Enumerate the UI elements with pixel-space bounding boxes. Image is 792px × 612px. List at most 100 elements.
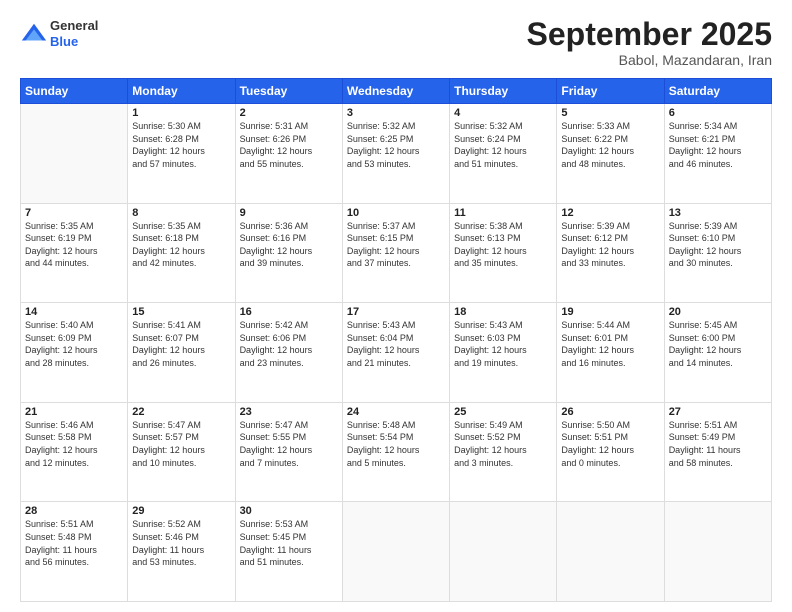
day-info: Sunrise: 5:45 AM Sunset: 6:00 PM Dayligh… <box>669 319 767 369</box>
day-number: 15 <box>132 306 230 318</box>
page: General Blue September 2025 Babol, Mazan… <box>0 0 792 612</box>
day-number: 18 <box>454 306 552 318</box>
calendar-week-1: 1Sunrise: 5:30 AM Sunset: 6:28 PM Daylig… <box>21 104 772 204</box>
day-number: 27 <box>669 406 767 418</box>
calendar-cell: 15Sunrise: 5:41 AM Sunset: 6:07 PM Dayli… <box>128 303 235 403</box>
day-info: Sunrise: 5:42 AM Sunset: 6:06 PM Dayligh… <box>240 319 338 369</box>
day-number: 22 <box>132 406 230 418</box>
calendar-cell: 21Sunrise: 5:46 AM Sunset: 5:58 PM Dayli… <box>21 402 128 502</box>
day-number: 24 <box>347 406 445 418</box>
day-info: Sunrise: 5:32 AM Sunset: 6:25 PM Dayligh… <box>347 120 445 170</box>
day-info: Sunrise: 5:50 AM Sunset: 5:51 PM Dayligh… <box>561 419 659 469</box>
logo: General Blue <box>20 18 98 49</box>
day-number: 25 <box>454 406 552 418</box>
day-info: Sunrise: 5:47 AM Sunset: 5:55 PM Dayligh… <box>240 419 338 469</box>
calendar-cell <box>450 502 557 602</box>
calendar-cell <box>557 502 664 602</box>
col-header-saturday: Saturday <box>664 79 771 104</box>
day-info: Sunrise: 5:33 AM Sunset: 6:22 PM Dayligh… <box>561 120 659 170</box>
day-info: Sunrise: 5:51 AM Sunset: 5:49 PM Dayligh… <box>669 419 767 469</box>
day-number: 3 <box>347 107 445 119</box>
calendar-cell: 7Sunrise: 5:35 AM Sunset: 6:19 PM Daylig… <box>21 203 128 303</box>
calendar-cell: 9Sunrise: 5:36 AM Sunset: 6:16 PM Daylig… <box>235 203 342 303</box>
day-number: 4 <box>454 107 552 119</box>
day-number: 2 <box>240 107 338 119</box>
day-number: 17 <box>347 306 445 318</box>
calendar-cell: 29Sunrise: 5:52 AM Sunset: 5:46 PM Dayli… <box>128 502 235 602</box>
calendar-cell: 4Sunrise: 5:32 AM Sunset: 6:24 PM Daylig… <box>450 104 557 204</box>
col-header-wednesday: Wednesday <box>342 79 449 104</box>
calendar-cell: 19Sunrise: 5:44 AM Sunset: 6:01 PM Dayli… <box>557 303 664 403</box>
day-info: Sunrise: 5:39 AM Sunset: 6:10 PM Dayligh… <box>669 220 767 270</box>
day-number: 30 <box>240 505 338 517</box>
day-info: Sunrise: 5:52 AM Sunset: 5:46 PM Dayligh… <box>132 518 230 568</box>
day-info: Sunrise: 5:31 AM Sunset: 6:26 PM Dayligh… <box>240 120 338 170</box>
day-info: Sunrise: 5:49 AM Sunset: 5:52 PM Dayligh… <box>454 419 552 469</box>
day-number: 10 <box>347 207 445 219</box>
day-number: 14 <box>25 306 123 318</box>
calendar-cell <box>342 502 449 602</box>
day-info: Sunrise: 5:38 AM Sunset: 6:13 PM Dayligh… <box>454 220 552 270</box>
day-info: Sunrise: 5:30 AM Sunset: 6:28 PM Dayligh… <box>132 120 230 170</box>
logo-icon <box>20 20 48 48</box>
day-info: Sunrise: 5:43 AM Sunset: 6:03 PM Dayligh… <box>454 319 552 369</box>
calendar-cell: 6Sunrise: 5:34 AM Sunset: 6:21 PM Daylig… <box>664 104 771 204</box>
day-number: 23 <box>240 406 338 418</box>
day-number: 8 <box>132 207 230 219</box>
logo-blue: Blue <box>50 34 98 50</box>
col-header-monday: Monday <box>128 79 235 104</box>
day-number: 6 <box>669 107 767 119</box>
day-number: 28 <box>25 505 123 517</box>
title-block: September 2025 Babol, Mazandaran, Iran <box>527 18 772 68</box>
day-info: Sunrise: 5:40 AM Sunset: 6:09 PM Dayligh… <box>25 319 123 369</box>
calendar-cell: 11Sunrise: 5:38 AM Sunset: 6:13 PM Dayli… <box>450 203 557 303</box>
day-info: Sunrise: 5:37 AM Sunset: 6:15 PM Dayligh… <box>347 220 445 270</box>
day-number: 13 <box>669 207 767 219</box>
day-number: 1 <box>132 107 230 119</box>
calendar-cell: 25Sunrise: 5:49 AM Sunset: 5:52 PM Dayli… <box>450 402 557 502</box>
calendar-cell: 22Sunrise: 5:47 AM Sunset: 5:57 PM Dayli… <box>128 402 235 502</box>
calendar-cell: 24Sunrise: 5:48 AM Sunset: 5:54 PM Dayli… <box>342 402 449 502</box>
calendar-cell: 5Sunrise: 5:33 AM Sunset: 6:22 PM Daylig… <box>557 104 664 204</box>
calendar-cell: 1Sunrise: 5:30 AM Sunset: 6:28 PM Daylig… <box>128 104 235 204</box>
day-number: 11 <box>454 207 552 219</box>
day-number: 16 <box>240 306 338 318</box>
calendar-week-5: 28Sunrise: 5:51 AM Sunset: 5:48 PM Dayli… <box>21 502 772 602</box>
day-info: Sunrise: 5:47 AM Sunset: 5:57 PM Dayligh… <box>132 419 230 469</box>
day-number: 29 <box>132 505 230 517</box>
col-header-tuesday: Tuesday <box>235 79 342 104</box>
logo-text: General Blue <box>50 18 98 49</box>
day-number: 19 <box>561 306 659 318</box>
day-info: Sunrise: 5:46 AM Sunset: 5:58 PM Dayligh… <box>25 419 123 469</box>
calendar-week-2: 7Sunrise: 5:35 AM Sunset: 6:19 PM Daylig… <box>21 203 772 303</box>
calendar-cell: 14Sunrise: 5:40 AM Sunset: 6:09 PM Dayli… <box>21 303 128 403</box>
calendar-cell: 2Sunrise: 5:31 AM Sunset: 6:26 PM Daylig… <box>235 104 342 204</box>
col-header-friday: Friday <box>557 79 664 104</box>
day-number: 9 <box>240 207 338 219</box>
day-info: Sunrise: 5:35 AM Sunset: 6:18 PM Dayligh… <box>132 220 230 270</box>
calendar-cell: 27Sunrise: 5:51 AM Sunset: 5:49 PM Dayli… <box>664 402 771 502</box>
calendar-cell: 28Sunrise: 5:51 AM Sunset: 5:48 PM Dayli… <box>21 502 128 602</box>
calendar-cell: 13Sunrise: 5:39 AM Sunset: 6:10 PM Dayli… <box>664 203 771 303</box>
calendar-week-4: 21Sunrise: 5:46 AM Sunset: 5:58 PM Dayli… <box>21 402 772 502</box>
calendar-cell: 12Sunrise: 5:39 AM Sunset: 6:12 PM Dayli… <box>557 203 664 303</box>
calendar-cell <box>21 104 128 204</box>
day-number: 26 <box>561 406 659 418</box>
day-info: Sunrise: 5:51 AM Sunset: 5:48 PM Dayligh… <box>25 518 123 568</box>
day-info: Sunrise: 5:36 AM Sunset: 6:16 PM Dayligh… <box>240 220 338 270</box>
day-number: 5 <box>561 107 659 119</box>
logo-general: General <box>50 18 98 34</box>
day-number: 7 <box>25 207 123 219</box>
calendar-cell: 8Sunrise: 5:35 AM Sunset: 6:18 PM Daylig… <box>128 203 235 303</box>
col-header-thursday: Thursday <box>450 79 557 104</box>
calendar-cell: 18Sunrise: 5:43 AM Sunset: 6:03 PM Dayli… <box>450 303 557 403</box>
calendar-cell: 3Sunrise: 5:32 AM Sunset: 6:25 PM Daylig… <box>342 104 449 204</box>
calendar-cell: 23Sunrise: 5:47 AM Sunset: 5:55 PM Dayli… <box>235 402 342 502</box>
header: General Blue September 2025 Babol, Mazan… <box>20 18 772 68</box>
calendar-table: SundayMondayTuesdayWednesdayThursdayFrid… <box>20 78 772 602</box>
calendar-cell: 17Sunrise: 5:43 AM Sunset: 6:04 PM Dayli… <box>342 303 449 403</box>
calendar-cell: 16Sunrise: 5:42 AM Sunset: 6:06 PM Dayli… <box>235 303 342 403</box>
day-info: Sunrise: 5:44 AM Sunset: 6:01 PM Dayligh… <box>561 319 659 369</box>
subtitle: Babol, Mazandaran, Iran <box>527 52 772 68</box>
col-header-sunday: Sunday <box>21 79 128 104</box>
